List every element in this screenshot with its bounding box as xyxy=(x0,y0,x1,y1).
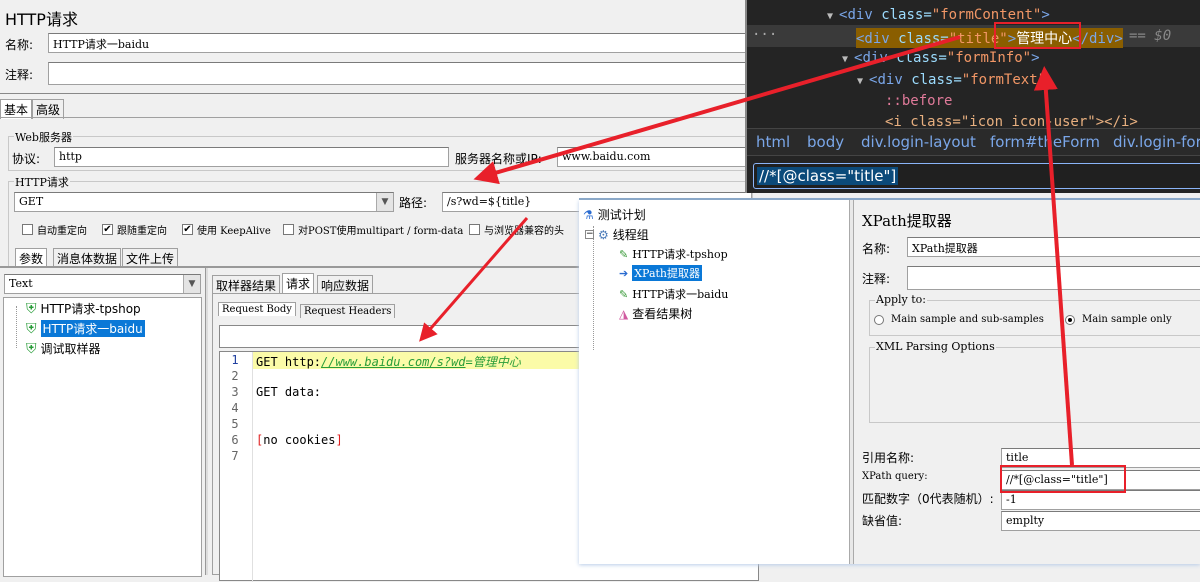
highlight-box xyxy=(994,22,1081,49)
annotation-arrow xyxy=(419,217,529,342)
highlight-box xyxy=(1000,465,1126,493)
annotation-overlay xyxy=(419,22,1126,493)
annotation-arrow xyxy=(1033,66,1074,466)
annotation-arrow xyxy=(473,35,961,185)
